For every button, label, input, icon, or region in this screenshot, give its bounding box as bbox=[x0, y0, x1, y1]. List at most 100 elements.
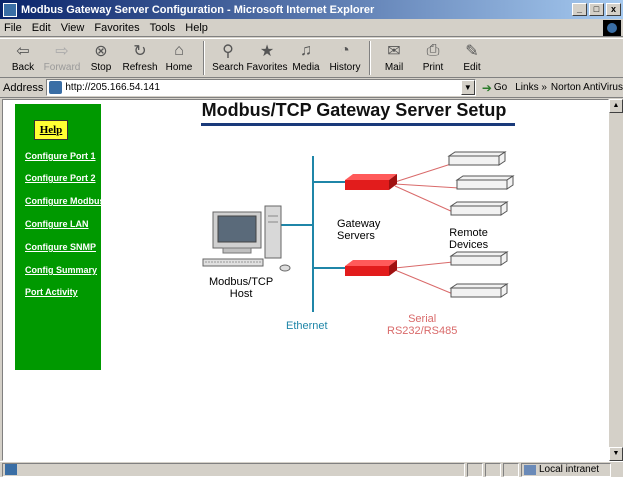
mail-label: Mail bbox=[384, 62, 404, 73]
media-icon: ♫ bbox=[300, 42, 312, 59]
toolbar-separator bbox=[369, 41, 371, 75]
page-viewport: Help Configure Port 1 Configure Port 2 C… bbox=[2, 99, 609, 461]
back-label: Back bbox=[11, 62, 35, 73]
address-dropdown-icon[interactable]: ▼ bbox=[460, 80, 475, 95]
status-progress-cell bbox=[467, 462, 483, 477]
close-button[interactable]: x bbox=[606, 3, 621, 16]
print-label: Print bbox=[422, 62, 444, 73]
go-arrow-icon: ➔ bbox=[481, 80, 492, 95]
page-heading: Modbus/TCP Gateway Server Setup bbox=[201, 100, 507, 120]
address-label: Address bbox=[3, 81, 44, 94]
ie-app-icon bbox=[3, 2, 17, 17]
links-label: Links bbox=[515, 82, 539, 93]
remote-device-2 bbox=[455, 175, 515, 190]
help-button[interactable]: Help bbox=[34, 120, 68, 140]
intranet-icon bbox=[524, 464, 536, 475]
home-button[interactable]: ⌂ Home bbox=[160, 39, 198, 73]
sidebar-nav: Help Configure Port 1 Configure Port 2 C… bbox=[15, 104, 105, 370]
chevron-icon: » bbox=[541, 82, 547, 93]
gateway-server-2 bbox=[345, 260, 397, 276]
search-button[interactable]: ⚲ Search bbox=[209, 39, 247, 73]
page-done-icon bbox=[5, 464, 17, 475]
refresh-button[interactable]: ↻ Refresh bbox=[121, 39, 159, 73]
window-title: Modbus Gateway Server Configuration - Mi… bbox=[21, 3, 375, 16]
favorites-button[interactable]: ★ Favorites bbox=[246, 39, 288, 73]
status-message bbox=[2, 462, 465, 477]
favorites-icon: ★ bbox=[259, 43, 275, 60]
menu-help[interactable]: Help bbox=[185, 22, 208, 34]
sidebar-link-port-activity[interactable]: Port Activity bbox=[25, 287, 78, 297]
forward-label: Forward bbox=[43, 62, 81, 73]
sidebar-link-configure-port-2[interactable]: Configure Port 2 bbox=[25, 173, 96, 183]
home-icon: ⌂ bbox=[174, 42, 184, 59]
remote-devices-label: Remote Devices bbox=[449, 227, 489, 251]
status-security-cell bbox=[485, 462, 501, 477]
link-norton-antivirus[interactable]: Norton AntiVirus bbox=[551, 82, 623, 93]
links-button[interactable]: Links » bbox=[515, 82, 547, 93]
remote-device-3 bbox=[449, 201, 509, 216]
scroll-down-icon[interactable]: ▼ bbox=[609, 447, 623, 461]
toolbar-separator bbox=[203, 41, 205, 75]
history-icon: ◔ bbox=[340, 42, 350, 59]
security-zone: Local intranet bbox=[521, 462, 611, 477]
vertical-scrollbar[interactable]: ▲ ▼ bbox=[609, 99, 623, 461]
resize-grip[interactable] bbox=[611, 463, 623, 477]
gateway-servers-label: Gateway Servers bbox=[337, 218, 381, 242]
minimize-button[interactable]: _ bbox=[572, 3, 587, 16]
toolbar: ⇦ Back ⇨ Forward ⊗ Stop ↻ Refresh ⌂ Home ⚲ Search ★ F… bbox=[0, 38, 623, 78]
history-button[interactable]: ◔ History bbox=[326, 39, 364, 73]
ie-logo-icon bbox=[603, 20, 621, 36]
sidebar-link-configure-snmp[interactable]: Configure SNMP bbox=[25, 242, 96, 252]
print-button[interactable]: ⎙ Print bbox=[414, 39, 452, 73]
menu-file[interactable]: File bbox=[4, 22, 22, 34]
favorites-label: Favorites bbox=[246, 62, 288, 73]
remote-device-4 bbox=[449, 251, 509, 266]
mail-button[interactable]: ✉ Mail bbox=[375, 39, 413, 73]
edit-button[interactable]: ✎ Edit bbox=[453, 39, 491, 73]
remote-device-1 bbox=[447, 151, 507, 166]
search-label: Search bbox=[212, 62, 244, 73]
menu-view[interactable]: View bbox=[61, 22, 85, 34]
gateway-server-1 bbox=[345, 174, 397, 190]
stop-button[interactable]: ⊗ Stop bbox=[82, 39, 120, 73]
mail-icon: ✉ bbox=[387, 43, 401, 60]
menu-edit[interactable]: Edit bbox=[32, 22, 51, 34]
sidebar-link-configure-port-1[interactable]: Configure Port 1 bbox=[25, 151, 96, 161]
edit-icon: ✎ bbox=[465, 43, 479, 60]
forward-button[interactable]: ⇨ Forward bbox=[43, 39, 81, 73]
home-label: Home bbox=[165, 62, 193, 73]
ethernet-label: Ethernet bbox=[286, 320, 328, 332]
heading-underline bbox=[201, 123, 515, 126]
address-input[interactable]: http://205.166.54.141 ▼ bbox=[46, 79, 476, 96]
back-button[interactable]: ⇦ Back bbox=[4, 39, 42, 73]
scroll-up-icon[interactable]: ▲ bbox=[609, 99, 623, 113]
media-label: Media bbox=[292, 62, 320, 73]
history-label: History bbox=[329, 62, 361, 73]
status-privacy-cell bbox=[503, 462, 519, 477]
media-button[interactable]: ♫ Media bbox=[287, 39, 325, 73]
sidebar-link-configure-lan[interactable]: Configure LAN bbox=[25, 219, 89, 229]
search-icon: ⚲ bbox=[222, 43, 234, 60]
status-bar: Local intranet bbox=[0, 461, 623, 477]
title-bar: Modbus Gateway Server Configuration - Mi… bbox=[0, 0, 623, 19]
address-bar: Address http://205.166.54.141 ▼ ➔ Go Lin… bbox=[0, 78, 623, 98]
menu-favorites[interactable]: Favorites bbox=[94, 22, 139, 34]
edit-label: Edit bbox=[463, 62, 481, 73]
refresh-label: Refresh bbox=[122, 62, 158, 73]
sidebar-link-configure-modbus[interactable]: Configure Modbus bbox=[25, 196, 105, 206]
page-icon bbox=[49, 81, 63, 94]
maximize-button[interactable]: □ bbox=[589, 3, 604, 16]
remote-devices bbox=[447, 151, 515, 298]
go-label: Go bbox=[493, 82, 508, 93]
host-label: Modbus/TCP Host bbox=[209, 276, 274, 300]
host-computer bbox=[202, 205, 291, 272]
print-icon: ⎙ bbox=[426, 42, 440, 59]
serial-label: Serial RS232/RS485 bbox=[387, 313, 458, 337]
menu-tools[interactable]: Tools bbox=[150, 22, 176, 34]
remote-device-5 bbox=[449, 283, 509, 298]
zone-label: Local intranet bbox=[539, 464, 600, 475]
go-button[interactable]: ➔ Go bbox=[482, 81, 507, 95]
refresh-icon: ↻ bbox=[133, 43, 147, 60]
sidebar-link-config-summary[interactable]: Config Summary bbox=[25, 265, 97, 275]
stop-icon: ⊗ bbox=[94, 43, 108, 60]
